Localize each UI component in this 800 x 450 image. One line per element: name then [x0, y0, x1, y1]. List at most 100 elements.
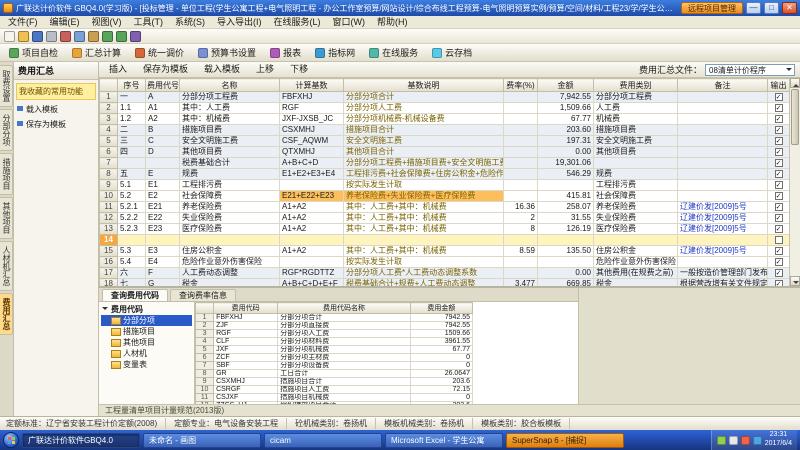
cell-rate[interactable]: 2: [504, 213, 538, 224]
nav-tab-费用汇总[interactable]: 费用汇总: [0, 293, 13, 335]
panel-button[interactable]: 上移: [251, 62, 279, 77]
cell-rate[interactable]: [504, 125, 538, 136]
cell-note[interactable]: [678, 147, 768, 158]
cell-desc[interactable]: 其中：人工费+其中：机械费: [344, 213, 504, 224]
cell-name[interactable]: 分部分项工程费: [180, 92, 280, 103]
nav-tab-其他项目[interactable]: 其他项目: [0, 197, 13, 239]
cell-note[interactable]: [678, 257, 768, 268]
panel-button[interactable]: 插入: [104, 62, 132, 77]
tree-item-其他项目[interactable]: 其他项目: [101, 337, 192, 348]
tree-item-措施项目[interactable]: 措施项目: [101, 326, 192, 337]
cell-fee-code[interactable]: RGF: [214, 330, 278, 338]
cell-note[interactable]: [678, 180, 768, 191]
menu-item[interactable]: 系统(S): [169, 16, 211, 28]
nav-tab-分部分项[interactable]: 分部分项: [0, 109, 13, 151]
cell-category[interactable]: 医疗保险费: [594, 224, 678, 235]
cell-rate[interactable]: [504, 103, 538, 114]
cell-amount[interactable]: 135.50: [538, 246, 594, 257]
row-number[interactable]: 14: [100, 235, 118, 246]
cell-fee-amount[interactable]: 1509.66: [410, 330, 472, 338]
cell-seq[interactable]: 五: [118, 169, 146, 180]
row-number[interactable]: 15: [100, 246, 118, 257]
cell-note[interactable]: [678, 158, 768, 169]
cell-seq[interactable]: 5.4: [118, 257, 146, 268]
cell-seq[interactable]: 1.1: [118, 103, 146, 114]
cell-amount[interactable]: 203.60: [538, 125, 594, 136]
output-checkbox[interactable]: [775, 203, 783, 211]
cell-desc[interactable]: 分部分项机械费-机械设备费: [344, 114, 504, 125]
start-button[interactable]: [3, 432, 19, 448]
cell-category[interactable]: 机械费: [594, 114, 678, 125]
cell-rate[interactable]: [504, 92, 538, 103]
cell-desc[interactable]: 养老保险费+失业保险费+医疗保险费: [344, 191, 504, 202]
open-icon[interactable]: [18, 31, 29, 42]
cell-code[interactable]: A2: [146, 114, 180, 125]
cell-desc[interactable]: 措施项目合计: [344, 125, 504, 136]
row-number[interactable]: 5: [100, 136, 118, 147]
cell-amount[interactable]: 67.77: [538, 114, 594, 125]
cell-category[interactable]: [594, 235, 678, 246]
cell-fee-name[interactable]: 工日合计: [278, 370, 410, 378]
taskbar-clock[interactable]: 23:31 2017/6/4: [765, 431, 792, 449]
taskbar-button[interactable]: Microsoft Excel - 学生公寓: [385, 433, 503, 448]
cell-seq[interactable]: 5.3: [118, 246, 146, 257]
cell-fee-name[interactable]: 分部分项材料费: [278, 338, 410, 346]
cell-note[interactable]: 根据营改增有关文件规定，税金按税前造价乘以综合税率3.477%计取；裸费用户不再…: [678, 279, 768, 287]
cell-name[interactable]: 税费基础合计: [180, 158, 280, 169]
cell-note[interactable]: [678, 103, 768, 114]
cell-base[interactable]: A+B+C+D+E+F: [280, 279, 344, 287]
cell-code[interactable]: A: [146, 92, 180, 103]
paste-icon[interactable]: [88, 31, 99, 42]
cell-amount[interactable]: 0.00: [538, 268, 594, 279]
menu-item[interactable]: 文件(F): [2, 16, 44, 28]
cell-fee-name[interactable]: 分部分项机械费: [278, 346, 410, 354]
cell-rate[interactable]: [504, 268, 538, 279]
cell-category[interactable]: 社会保障费: [594, 191, 678, 202]
scroll-up-button[interactable]: [790, 78, 800, 88]
summary-calc-button[interactable]: 汇总计算: [67, 44, 126, 61]
cell-rate[interactable]: [504, 147, 538, 158]
row-number[interactable]: 6: [100, 147, 118, 158]
row-number[interactable]: 2: [100, 103, 118, 114]
cell-category[interactable]: 税金: [594, 279, 678, 287]
cell-name[interactable]: 住房公积金: [180, 246, 280, 257]
cell-fee-code[interactable]: GR: [214, 370, 278, 378]
cell-desc[interactable]: 工程排污费+社会保障费+住房公积金+危险作业意外伤害保险: [344, 169, 504, 180]
redo-icon[interactable]: [116, 31, 127, 42]
cell-fee-amount[interactable]: 0: [410, 394, 472, 402]
cell-fee-code[interactable]: CSXMHJ: [214, 378, 278, 386]
output-checkbox[interactable]: [775, 137, 783, 145]
cell-category[interactable]: 分部分项工程费: [594, 92, 678, 103]
cell-code[interactable]: E23: [146, 224, 180, 235]
row-number[interactable]: 9: [196, 378, 214, 386]
antivirus-icon[interactable]: [741, 436, 750, 445]
cell-base[interactable]: A1+A2: [280, 224, 344, 235]
taskbar-button[interactable]: SuperSnap 6 - [捕捉]: [506, 433, 624, 448]
fee-file-select[interactable]: 08清单计价程序: [705, 64, 795, 76]
cell-rate[interactable]: [504, 235, 538, 246]
cell-note[interactable]: [678, 169, 768, 180]
cell-note[interactable]: [678, 136, 768, 147]
online-service-button[interactable]: 在线服务: [364, 44, 423, 61]
cell-amount[interactable]: 19,301.06: [538, 158, 594, 169]
cell-fee-code[interactable]: FBFXHJ: [214, 314, 278, 322]
cell-seq[interactable]: [118, 158, 146, 169]
network-icon[interactable]: [729, 436, 738, 445]
row-number[interactable]: 2: [196, 322, 214, 330]
cell-seq[interactable]: 5.2.2: [118, 213, 146, 224]
unify-price-button[interactable]: 统一调价: [130, 44, 189, 61]
taskbar-button[interactable]: cicam: [264, 433, 382, 448]
cell-fee-code[interactable]: SBF: [214, 362, 278, 370]
cell-seq[interactable]: [118, 235, 146, 246]
cell-fee-amount[interactable]: 26.0647: [410, 370, 472, 378]
menu-item[interactable]: 工具(T): [128, 16, 170, 28]
cell-name[interactable]: 工程排污费: [180, 180, 280, 191]
panel-button[interactable]: 下移: [285, 62, 313, 77]
cell-name[interactable]: 其中：机械费: [180, 114, 280, 125]
row-number[interactable]: 3: [100, 114, 118, 125]
tree-item-分部分项[interactable]: 分部分项: [101, 315, 192, 326]
output-checkbox[interactable]: [775, 269, 783, 277]
cell-seq[interactable]: 一: [118, 92, 146, 103]
panel-button[interactable]: 载入模板: [199, 62, 245, 77]
copy-icon[interactable]: [74, 31, 85, 42]
